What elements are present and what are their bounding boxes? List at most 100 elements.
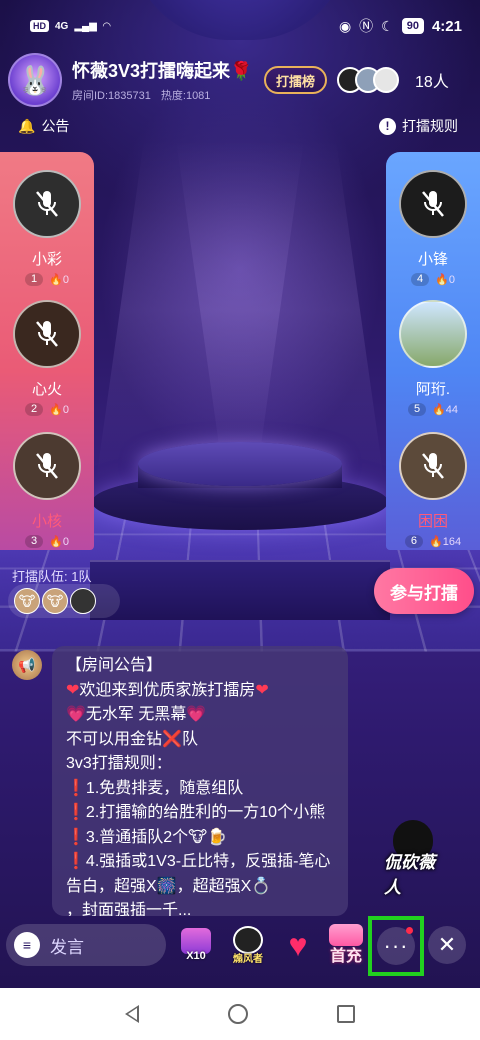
rose-icon: 🌹	[230, 61, 253, 81]
announcement-message: 【房间公告】 ❤欢迎来到优质家族打擂房❤ 💗无水军 无黑幕💗 不可以用金钻❌队 …	[52, 646, 348, 916]
room-title-text: 怀薇3V3打擂嗨起来	[72, 61, 231, 81]
seat-6[interactable]: 困困 6 🔥164	[386, 432, 480, 548]
seat-number: 2	[25, 403, 44, 416]
system-navigation-bar	[0, 988, 480, 1040]
seat-score: 🔥0	[49, 404, 69, 416]
seat-name: 心火	[31, 381, 62, 398]
avatar	[399, 300, 467, 368]
exclamation-icon: ❗	[66, 779, 86, 797]
network-badge: 4G	[55, 20, 69, 32]
heart-icon: ❤	[66, 681, 80, 699]
wifi-icon: ◠	[102, 20, 111, 32]
info-icon: !	[379, 117, 396, 135]
sparkle-heart-icon: 💗	[186, 706, 207, 723]
seat-number: 4	[411, 273, 430, 286]
avatar	[70, 588, 96, 614]
seat-5[interactable]: 阿珩. 5 🔥44	[386, 300, 480, 416]
bottom-toolbar: ≡ 发言 X10 煽风者 ♥ 首充 ··· ✕	[0, 916, 480, 988]
notification-dot	[406, 927, 413, 934]
gift-label: X10	[186, 950, 206, 962]
battery-indicator: 90	[401, 18, 424, 34]
seat-number: 3	[25, 535, 44, 548]
ninja-gift-button[interactable]: 煽风者	[226, 922, 270, 968]
chat-line: ❗4.强插或1V3-丘比特，反强插-笔心告白，超强X🎆，超超强X💍	[66, 853, 331, 895]
score-value: 0	[448, 274, 455, 286]
seat-3[interactable]: 小核 3 🔥0	[0, 432, 94, 548]
more-dots-icon: ···	[377, 927, 415, 965]
avatar	[399, 170, 467, 238]
queue-list[interactable]: 🐮 🐮	[8, 584, 120, 618]
heart-icon: ❤	[255, 681, 269, 699]
chat-line: 3v3打擂规则：	[66, 755, 172, 772]
rules-button[interactable]: ! 打擂规则	[379, 116, 458, 136]
score-value: 0	[62, 404, 69, 416]
seat-2[interactable]: 心火 2 🔥0	[0, 300, 94, 416]
score-value: 164	[442, 536, 462, 548]
mic-muted-icon	[401, 172, 465, 236]
mic-muted-icon	[401, 434, 465, 498]
chat-line: ❗3.普通插队2个🐮🍺	[66, 828, 228, 846]
mic-muted-icon	[15, 172, 79, 236]
seat-1[interactable]: 小彩 1 🔥0	[0, 170, 94, 286]
nfc-icon: Ⓝ	[359, 18, 374, 34]
seat-stats: 4 🔥0	[386, 273, 480, 286]
cross-icon: ❌	[162, 730, 182, 748]
chat-input[interactable]: ≡ 发言	[6, 924, 166, 966]
clock: 4:21	[431, 17, 462, 35]
seat-name: 小锋	[417, 251, 448, 268]
audience-count[interactable]: 18人	[415, 68, 449, 92]
audience-avatars[interactable]	[337, 67, 400, 93]
recent-apps-icon[interactable]	[337, 1005, 356, 1023]
seat-stats: 2 🔥0	[0, 403, 94, 416]
sticker-text: 侃砍薇人	[384, 853, 435, 897]
gift-x10-button[interactable]: X10	[174, 922, 218, 968]
first-recharge-button[interactable]: 首充	[324, 922, 368, 968]
eye-icon: ◉	[338, 17, 352, 34]
join-battle-button[interactable]: 参与打擂	[374, 568, 474, 614]
room-heat: 热度:1081	[160, 90, 211, 102]
chat-line: ，封面强插一千...	[66, 902, 192, 916]
rank-list-button[interactable]: 打擂榜	[264, 66, 328, 94]
avatar	[13, 432, 81, 500]
seat-score: 🔥164	[429, 536, 462, 548]
room-meta: 房间ID:1835731 热度:1081	[72, 87, 262, 103]
score-value: 0	[62, 274, 69, 286]
close-icon: ✕	[437, 932, 457, 957]
home-icon[interactable]	[227, 1004, 248, 1024]
avatar: 🐮	[42, 588, 68, 614]
rules-label: 打擂规则	[402, 118, 458, 134]
chat-line: ❗1.免费排麦，随意组队	[66, 779, 244, 797]
room-avatar[interactable]: 🐰	[8, 53, 62, 107]
chat-line: ❤欢迎来到优质家族打擂房❤	[66, 681, 269, 699]
seat-stats: 3 🔥0	[0, 535, 94, 548]
seat-number: 5	[407, 403, 427, 416]
mic-muted-icon	[15, 302, 79, 366]
room-info[interactable]: 怀薇3V3打擂嗨起来🌹 房间ID:1835731 热度:1081	[72, 57, 262, 103]
like-button[interactable]: ♥	[276, 922, 320, 968]
back-icon[interactable]	[124, 1005, 139, 1023]
queue-label: 打擂队伍: 1队	[12, 569, 92, 584]
seat-stats: 5 🔥44	[386, 403, 480, 416]
bell-icon: 🔔	[18, 117, 36, 134]
seat-score: 🔥44	[432, 404, 459, 416]
close-button[interactable]: ✕	[428, 926, 466, 964]
more-button[interactable]: ···	[368, 916, 424, 976]
chat-line: 不可以用金钻❌队	[66, 730, 198, 748]
room-header: 🐰 怀薇3V3打擂嗨起来🌹 房间ID:1835731 热度:1081 打擂榜 1…	[0, 52, 480, 108]
ninja-label: 煽风者	[233, 953, 263, 965]
seat-number: 1	[25, 273, 44, 286]
seat-name: 小彩	[31, 251, 62, 268]
seat-number: 6	[404, 535, 424, 548]
floating-sticker[interactable]: 侃砍薇人	[384, 820, 442, 898]
avatar	[373, 67, 400, 93]
room-id: 房间ID:1835731	[72, 90, 151, 102]
seat-name: 小核	[31, 513, 62, 530]
mic-muted-icon	[15, 434, 79, 498]
avatar	[13, 300, 81, 368]
seat-name: 困困	[417, 513, 448, 530]
notice-button[interactable]: 🔔 公告	[18, 116, 69, 136]
seat-4[interactable]: 小锋 4 🔥0	[386, 170, 480, 286]
recharge-label: 首充	[329, 948, 362, 965]
signal-icon: ▂▄▆	[74, 20, 97, 32]
stage-floor-front	[90, 560, 390, 620]
